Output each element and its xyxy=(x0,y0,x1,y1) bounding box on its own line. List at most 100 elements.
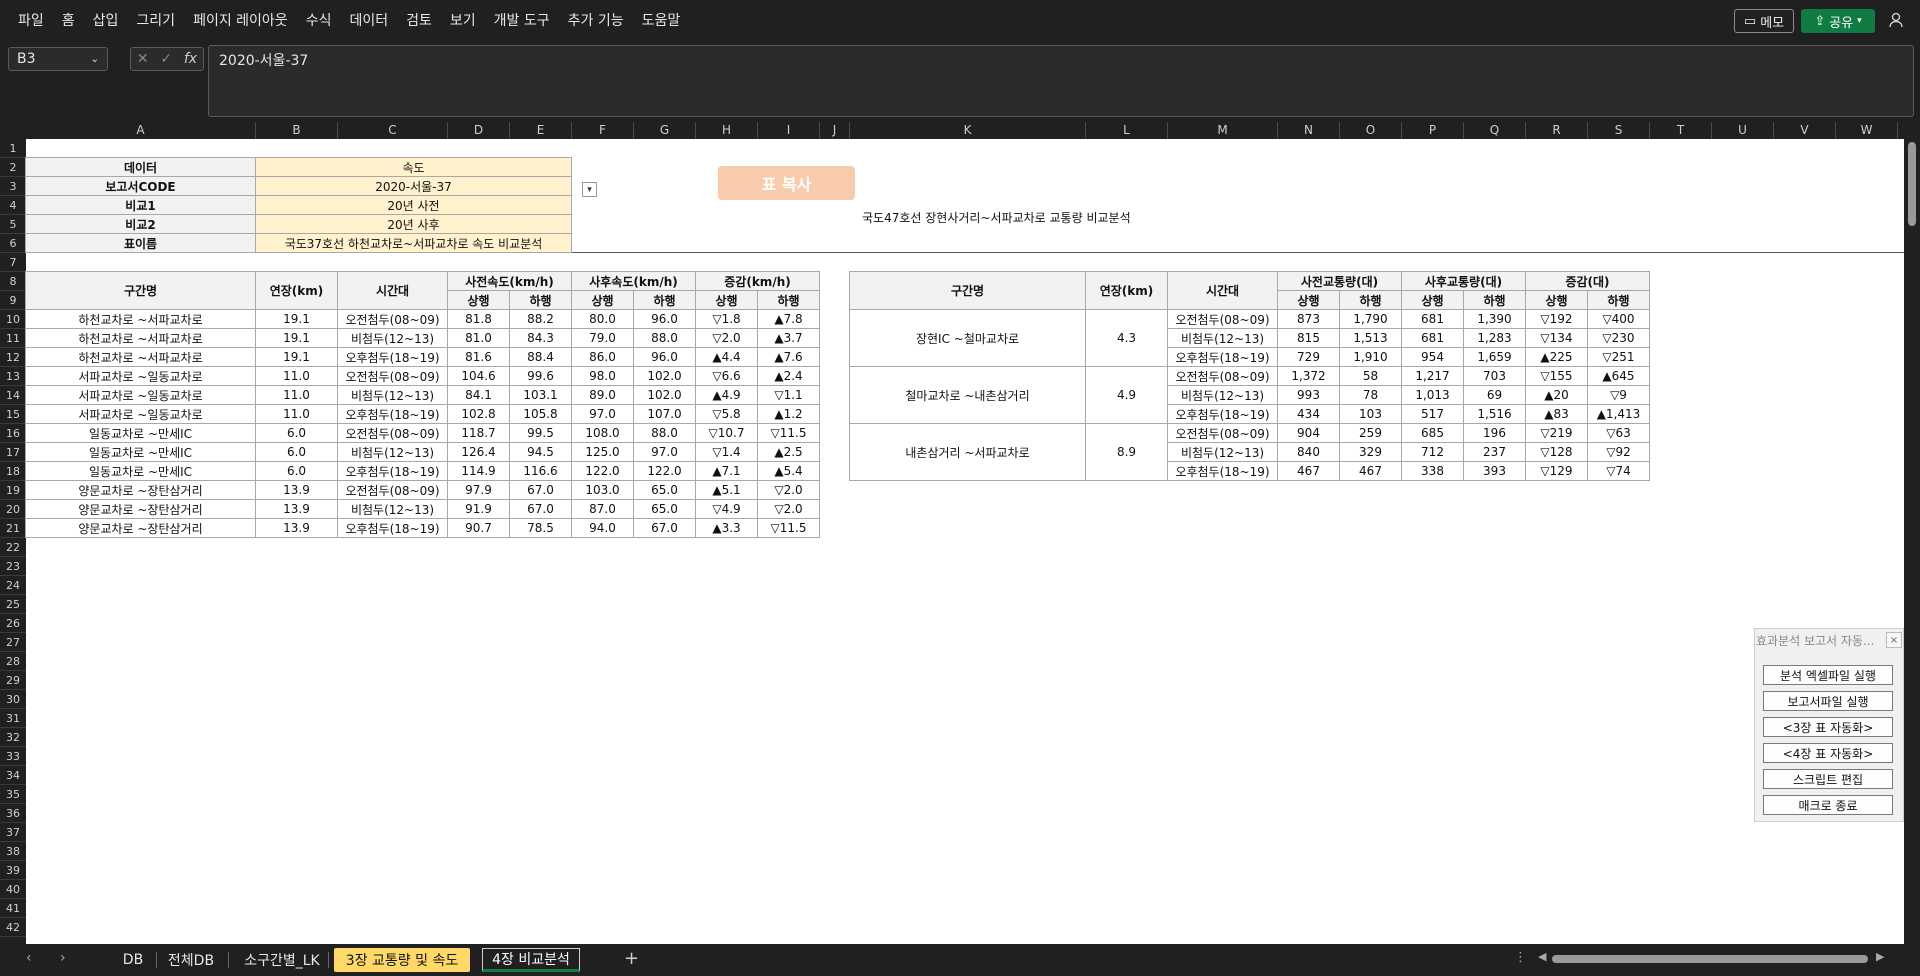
chevron-left-icon[interactable]: ‹ xyxy=(26,950,32,966)
menu-item-4[interactable]: 그리기 xyxy=(127,6,184,36)
t1-cell[interactable]: 122.0 xyxy=(634,462,696,481)
t1-cell[interactable]: 13.9 xyxy=(256,519,338,538)
t1-cell[interactable]: 122.0 xyxy=(572,462,634,481)
t2-cell[interactable]: 비첨두(12~13) xyxy=(1168,386,1278,405)
t1-header-up[interactable]: 상행 xyxy=(696,291,758,310)
column-header[interactable]: S xyxy=(1588,122,1650,139)
info-label[interactable]: 비교2 xyxy=(26,215,256,234)
row-header[interactable]: 42 xyxy=(0,918,26,937)
t2-cell[interactable]: 993 xyxy=(1278,386,1340,405)
t1-cell[interactable]: ▲3.7 xyxy=(758,329,820,348)
t2-header-up[interactable]: 상행 xyxy=(1402,291,1464,310)
info-value[interactable]: 20년 사전 xyxy=(256,196,572,215)
t2-cell[interactable]: 840 xyxy=(1278,443,1340,462)
t2-cell[interactable]: 78 xyxy=(1340,386,1402,405)
row-header[interactable]: 34 xyxy=(0,766,26,785)
t1-cell[interactable]: ▲7.1 xyxy=(696,462,758,481)
t1-cell[interactable]: 107.0 xyxy=(634,405,696,424)
t2-cell[interactable]: 873 xyxy=(1278,310,1340,329)
macro-button-5[interactable]: 스크립트 편집 xyxy=(1763,769,1893,789)
t2-cell[interactable]: 오후첨두(18~19) xyxy=(1168,405,1278,424)
t2-cell[interactable]: 703 xyxy=(1464,367,1526,386)
memo-button[interactable]: ▭ 메모 xyxy=(1734,9,1794,33)
t1-cell[interactable]: 94.5 xyxy=(510,443,572,462)
t1-cell[interactable]: ▲7.8 xyxy=(758,310,820,329)
menu-item-1[interactable]: 파일 xyxy=(0,6,53,36)
t1-cell[interactable]: 97.0 xyxy=(572,405,634,424)
t2-header-up[interactable]: 상행 xyxy=(1526,291,1588,310)
t1-cell[interactable]: 비첨두(12~13) xyxy=(338,386,448,405)
t1-cell[interactable]: 19.1 xyxy=(256,329,338,348)
t2-header-after[interactable]: 사후교통량(대) xyxy=(1402,272,1526,291)
t2-cell[interactable]: ▽400 xyxy=(1588,310,1650,329)
t2-cell[interactable]: 비첨두(12~13) xyxy=(1168,329,1278,348)
t1-cell[interactable]: ▲5.4 xyxy=(758,462,820,481)
t1-header-time[interactable]: 시간대 xyxy=(338,272,448,310)
t1-cell[interactable]: ▽1.8 xyxy=(696,310,758,329)
row-header[interactable]: 15 xyxy=(0,405,26,424)
t2-cell[interactable]: 1,659 xyxy=(1464,348,1526,367)
row-header[interactable]: 36 xyxy=(0,804,26,823)
t2-header-down[interactable]: 하행 xyxy=(1588,291,1650,310)
column-header[interactable]: R xyxy=(1526,122,1588,139)
t2-section-length[interactable]: 8.9 xyxy=(1086,424,1168,481)
t2-header-length[interactable]: 연장(km) xyxy=(1086,272,1168,310)
row-header[interactable]: 38 xyxy=(0,842,26,861)
column-header[interactable]: W xyxy=(1836,122,1898,139)
t2-cell[interactable]: 815 xyxy=(1278,329,1340,348)
t2-cell[interactable]: ▽251 xyxy=(1588,348,1650,367)
t1-cell[interactable]: 89.0 xyxy=(572,386,634,405)
t1-cell[interactable]: 96.0 xyxy=(634,348,696,367)
t1-cell[interactable]: ▽5.8 xyxy=(696,405,758,424)
t1-cell[interactable]: 오후첨두(18~19) xyxy=(338,405,448,424)
chevron-down-icon[interactable]: ▾ xyxy=(1857,16,1862,26)
row-header[interactable]: 8 xyxy=(0,272,26,291)
t1-cell[interactable]: 65.0 xyxy=(634,500,696,519)
column-header[interactable]: V xyxy=(1774,122,1836,139)
t2-cell[interactable]: 329 xyxy=(1340,443,1402,462)
cell-grid[interactable]: 표 복사 ▾ 국도47호선 장현사거리~서파교차로 교통량 비교분석 데이터 속도… xyxy=(25,139,1904,944)
row-header[interactable]: 16 xyxy=(0,424,26,443)
row-header[interactable]: 24 xyxy=(0,576,26,595)
t2-cell[interactable]: 196 xyxy=(1464,424,1526,443)
t1-cell[interactable]: ▽4.9 xyxy=(696,500,758,519)
t1-cell[interactable]: 84.1 xyxy=(448,386,510,405)
row-header[interactable]: 39 xyxy=(0,861,26,880)
t2-cell[interactable]: 69 xyxy=(1464,386,1526,405)
t1-header-up[interactable]: 상행 xyxy=(572,291,634,310)
t1-cell[interactable]: 양문교차로 ~장탄삼거리 xyxy=(26,500,256,519)
chevron-right-icon[interactable]: › xyxy=(60,950,66,966)
t2-cell[interactable]: ▽192 xyxy=(1526,310,1588,329)
t1-cell[interactable]: 88.4 xyxy=(510,348,572,367)
row-header[interactable]: 6 xyxy=(0,234,26,253)
t2-cell[interactable]: ▲83 xyxy=(1526,405,1588,424)
row-header[interactable]: 29 xyxy=(0,671,26,690)
row-header[interactable]: 2 xyxy=(0,158,26,177)
cell-dropdown-button[interactable]: ▾ xyxy=(582,182,597,197)
menu-item-7[interactable]: 데이터 xyxy=(340,6,397,36)
column-header[interactable]: M xyxy=(1168,122,1278,139)
t1-cell[interactable]: 오전첨두(08~09) xyxy=(338,367,448,386)
t2-header-down[interactable]: 하행 xyxy=(1340,291,1402,310)
t1-cell[interactable]: 116.6 xyxy=(510,462,572,481)
t1-header-diff[interactable]: 증감(km/h) xyxy=(696,272,820,291)
t1-cell[interactable]: ▲4.4 xyxy=(696,348,758,367)
row-header[interactable]: 5 xyxy=(0,215,26,234)
name-box[interactable]: B3 ⌄ xyxy=(8,47,108,71)
column-header[interactable]: J xyxy=(820,122,850,139)
t2-cell[interactable]: ▽128 xyxy=(1526,443,1588,462)
t1-cell[interactable]: 88.2 xyxy=(510,310,572,329)
t1-cell[interactable]: 서파교차로 ~일동교차로 xyxy=(26,386,256,405)
t1-cell[interactable]: ▲4.9 xyxy=(696,386,758,405)
t2-cell[interactable]: 517 xyxy=(1402,405,1464,424)
row-header[interactable]: 28 xyxy=(0,652,26,671)
close-icon[interactable]: × xyxy=(1886,632,1902,648)
menu-item-8[interactable]: 검토 xyxy=(397,6,441,36)
t2-cell[interactable]: 681 xyxy=(1402,310,1464,329)
row-header[interactable]: 41 xyxy=(0,899,26,918)
t1-cell[interactable]: 99.6 xyxy=(510,367,572,386)
t1-cell[interactable]: 13.9 xyxy=(256,500,338,519)
row-header[interactable]: 25 xyxy=(0,595,26,614)
menu-item-9[interactable]: 보기 xyxy=(441,6,485,36)
t1-cell[interactable]: 81.6 xyxy=(448,348,510,367)
